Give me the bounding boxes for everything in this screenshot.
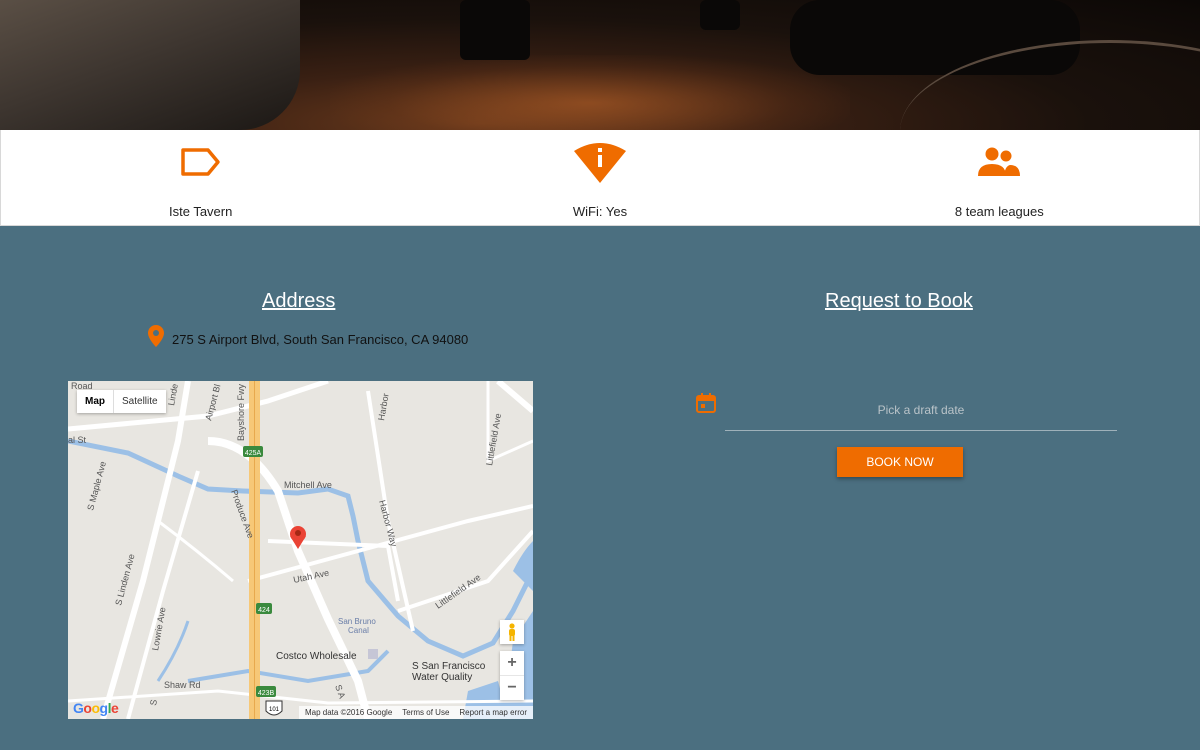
book-heading: Request to Book [825,290,973,312]
google-logo: Google [73,700,119,716]
book-now-button[interactable]: BOOK NOW [837,447,963,477]
pegman-icon[interactable] [500,620,524,644]
people-icon [976,140,1022,184]
map-type-control: Map Satellite [77,390,166,413]
amenity-venue-label: Iste Tavern [168,204,233,219]
amenity-wifi-label: WiFi: Yes [572,204,628,219]
map-canvas[interactable]: 425A 424 423B 101 Mitchell Ave Utah Ave … [68,381,533,719]
amenity-venue: Iste Tavern [1,130,400,225]
calendar-icon [696,393,716,413]
hero-tablecloth [0,0,300,130]
wifi-info-icon [573,140,627,184]
map-label-bayshore: Bayshore Fwy [236,383,246,441]
map-widget[interactable]: 425A 424 423B 101 Mitchell Ave Utah Ave … [68,381,533,719]
map-label-al-st: al St [68,435,87,445]
location-pin-icon [148,325,164,347]
map-label-mitchell: Mitchell Ave [284,480,332,490]
hero-chair [460,0,530,60]
map-label-shaw: Shaw Rd [164,680,201,690]
zoom-control: + − [500,651,524,700]
hero-floor-glow [330,55,850,130]
hero-image [0,0,1200,130]
map-type-map-button[interactable]: Map [77,390,114,413]
map-label-canal-1: San Bruno [338,617,376,626]
draft-date-input[interactable] [725,390,1117,431]
shield-423b-label: 423B [258,690,275,697]
shield-425a-label: 425A [245,450,262,457]
address-line: 275 S Airport Blvd, South San Francisco,… [148,325,468,347]
map-label-costco: Costco Wholesale [276,651,357,662]
amenity-leagues-label: 8 team leagues [954,204,1044,219]
map-label-canal-2: Canal [348,626,369,635]
map-label-water-1: S San Francisco [412,661,486,672]
shield-424-label: 424 [258,607,270,614]
map-label-water-2: Water Quality [412,672,472,683]
shield-101-label: 101 [269,707,280,713]
amenities-bar: Iste Tavern WiFi: Yes 8 team leagues [0,130,1200,226]
map-data-credit: Map data ©2016 Google [304,708,393,717]
label-tag-icon [180,140,222,184]
amenity-wifi: WiFi: Yes [400,130,799,225]
hero-chair [700,0,740,30]
map-type-satellite-button[interactable]: Satellite [114,390,166,413]
terms-of-use-link[interactable]: Terms of Use [402,708,449,717]
zoom-in-button[interactable]: + [500,651,524,675]
address-heading: Address [262,290,336,312]
zoom-out-button[interactable]: − [500,676,524,700]
report-map-error-link[interactable]: Report a map error [459,708,527,717]
amenity-leagues: 8 team leagues [800,130,1199,225]
map-footer: Map data ©2016 Google Terms of Use Repor… [298,706,533,719]
draft-date-row [695,390,1117,431]
address-text: 275 S Airport Blvd, South San Francisco,… [172,332,469,347]
